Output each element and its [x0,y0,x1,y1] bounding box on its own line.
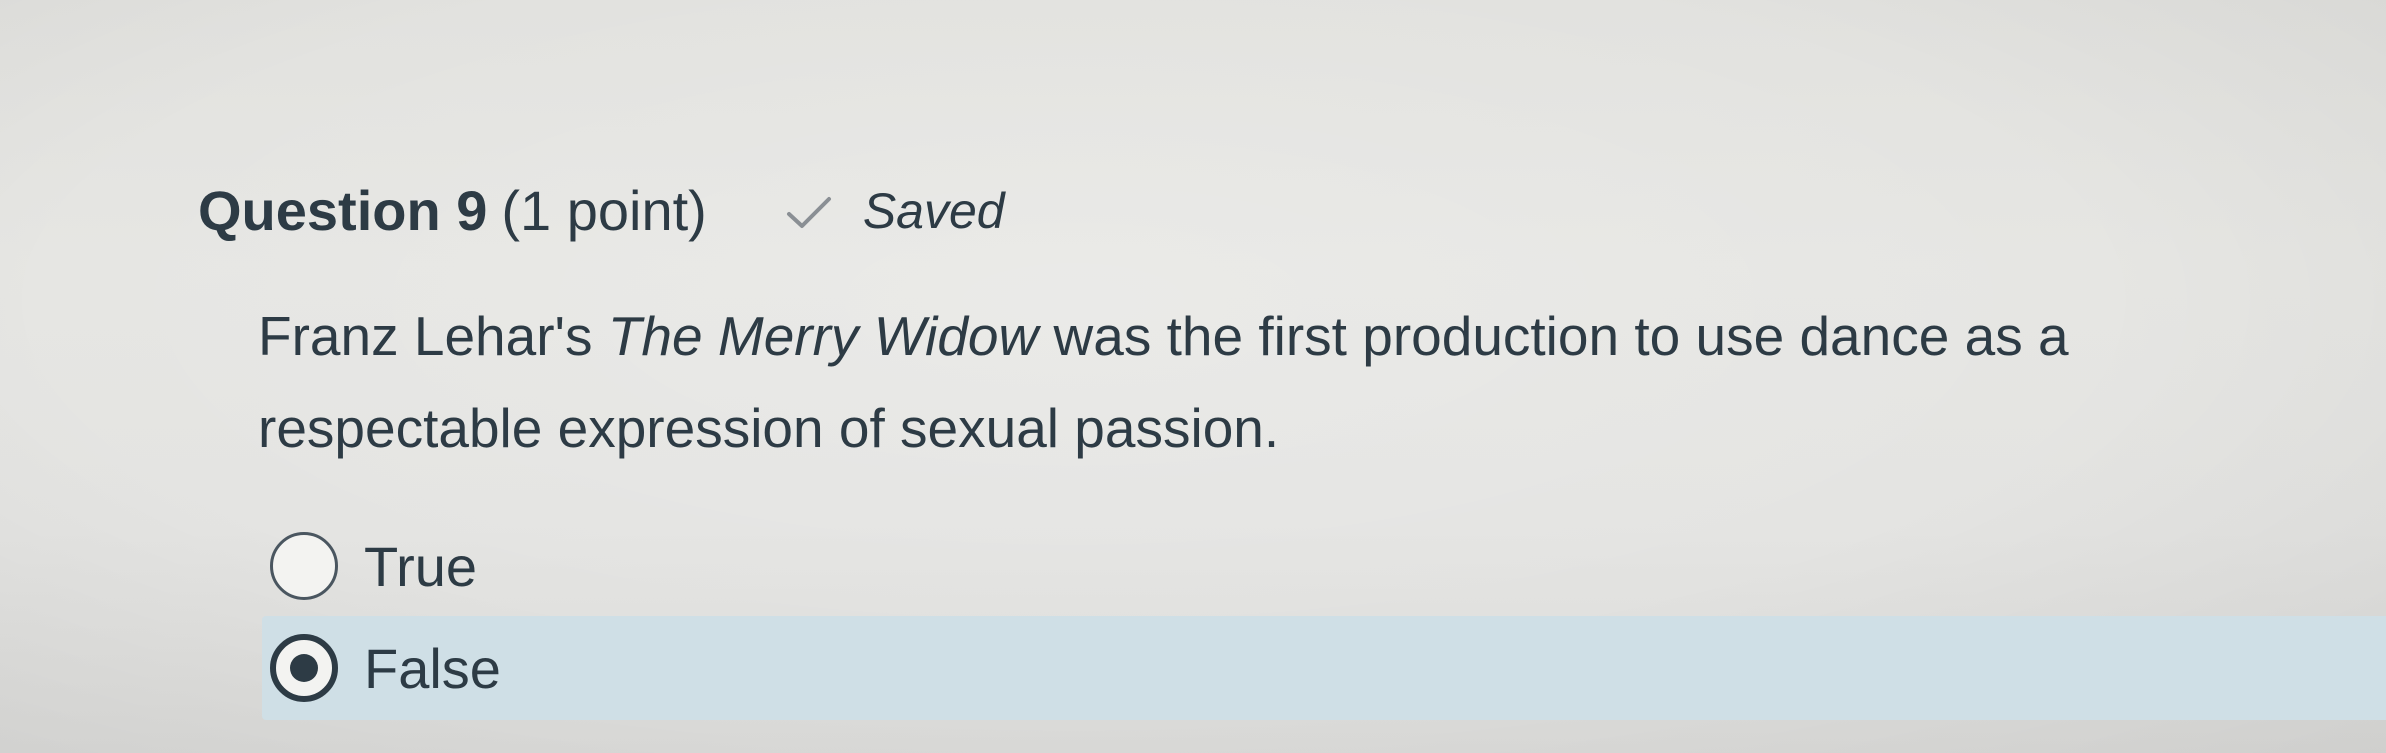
answer-label-true[interactable]: True [364,534,477,599]
question-text-before: Franz Lehar's [258,305,608,367]
checkmark-icon [786,197,831,228]
saved-status: Saved [785,182,1005,240]
answer-label-false[interactable]: False [364,636,501,701]
answer-options: True False [262,516,2386,720]
question-points: (1 point) [501,179,707,242]
answer-option-false[interactable]: False [262,616,2386,720]
question-text-title: The Merry Widow [607,305,1039,367]
question-title: Question 9 [198,179,488,242]
question-header: Question 9 (1 point) Saved [198,178,1005,243]
saved-status-text: Saved [862,183,1005,239]
radio-button-false[interactable] [270,634,338,702]
answer-option-true[interactable]: True [262,516,2386,616]
question-text: Franz Lehar's The Merry Widow was the fi… [258,290,2258,474]
radio-button-true[interactable] [270,532,338,600]
